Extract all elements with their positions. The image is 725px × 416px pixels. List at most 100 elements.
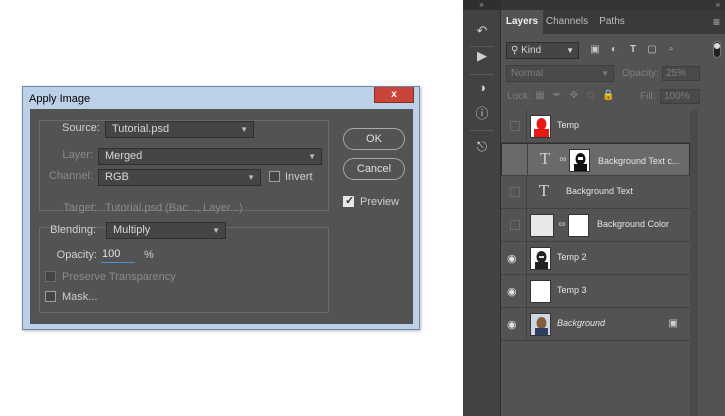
eye-icon: ◉: [507, 253, 517, 265]
visibility-toggle[interactable]: ◉: [501, 242, 527, 275]
channel-value: RGB: [105, 171, 129, 183]
invert-checkbox[interactable]: [269, 171, 280, 182]
panel-tabs: Layers Channels Paths ≡: [501, 10, 725, 34]
tab-channels[interactable]: Channels: [545, 10, 589, 34]
search-icon: ⚲: [511, 45, 519, 56]
dialog-body: Source: Tutorial.psd ▼ Layer: Merged ▼ C…: [30, 109, 413, 324]
close-button[interactable]: x: [374, 87, 414, 103]
link-icon: ∞: [558, 219, 566, 230]
layer-name: Temp: [557, 120, 580, 130]
chevron-down-icon: ▼: [566, 46, 574, 55]
blend-mode-select[interactable]: Normal ▼: [506, 65, 614, 82]
layer-background-text[interactable]: T Background Text: [501, 176, 690, 209]
lock-all-icon[interactable]: 🔒: [602, 90, 614, 102]
layer-thumbnail: [530, 214, 554, 237]
collapse-icon[interactable]: »: [501, 0, 725, 10]
layer-select[interactable]: Merged ▼: [98, 148, 322, 165]
layer-thumbnail: [530, 280, 551, 303]
opacity-input[interactable]: 100: [101, 247, 135, 263]
play-action-icon[interactable]: ▶: [472, 47, 492, 65]
layer-background-text-copy[interactable]: T ∞ Background Text c...: [501, 143, 690, 177]
clone-source-icon[interactable]: ⎋: [472, 138, 492, 156]
visibility-toggle[interactable]: [501, 176, 527, 209]
channel-select[interactable]: RGB ▼: [98, 169, 261, 186]
history-icon[interactable]: ↶: [472, 22, 492, 40]
chevron-down-icon: ▼: [308, 152, 316, 161]
layer-value: Merged: [105, 150, 143, 162]
filter-toggle[interactable]: [713, 41, 721, 58]
visibility-toggle[interactable]: [501, 209, 527, 242]
visibility-toggle[interactable]: [501, 110, 527, 143]
lock-icon: ▣: [668, 318, 678, 329]
adjustment-filter-icon[interactable]: ◐: [608, 44, 620, 56]
visibility-toggle[interactable]: ◉: [501, 308, 527, 341]
text-layer-icon: T: [538, 181, 550, 200]
layer-background[interactable]: ◉ Background ▣: [501, 308, 690, 341]
layer-temp-2[interactable]: ◉ Temp 2: [501, 242, 690, 275]
collapse-icon[interactable]: »: [463, 0, 500, 10]
chevron-down-icon: ▼: [240, 125, 248, 134]
bw-portrait-icon: [531, 248, 550, 269]
mask-checkbox[interactable]: [45, 291, 56, 302]
layer-background-color[interactable]: ∞ Background Color: [501, 209, 690, 242]
source-select[interactable]: Tutorial.psd ▼: [105, 121, 254, 138]
layer-opacity-input[interactable]: 25%: [662, 66, 700, 81]
bw-silhouette-icon: [570, 150, 589, 171]
layer-thumbnail: [530, 313, 551, 336]
layer-temp[interactable]: Temp: [501, 110, 690, 143]
info-icon[interactable]: ⓘ: [472, 105, 492, 123]
shape-filter-icon[interactable]: ▢: [646, 44, 658, 56]
smart-object-filter-icon[interactable]: ▫: [665, 44, 677, 56]
layer-name: Temp 2: [557, 252, 587, 262]
layer-temp-3[interactable]: ◉ Temp 3: [501, 275, 690, 308]
tool-strip: » ↶ ▶ ◑ ⓘ ⎋: [463, 0, 500, 416]
eye-icon: ◉: [507, 319, 517, 331]
preserve-transparency-checkbox[interactable]: [45, 271, 56, 282]
blending-label: Blending:: [50, 224, 96, 236]
lock-image-icon[interactable]: ✒: [551, 90, 563, 102]
layer-name: Background Text c...: [598, 156, 680, 166]
filter-kind-value: Kind: [521, 45, 542, 56]
ok-button[interactable]: OK: [343, 128, 405, 150]
visibility-toggle[interactable]: [502, 144, 528, 177]
chevron-down-icon: ▼: [601, 69, 609, 78]
lock-transparent-icon[interactable]: ▦: [534, 90, 546, 102]
layer-name: Background Text: [566, 186, 633, 196]
layer-mask-thumbnail: [568, 214, 589, 237]
tab-paths[interactable]: Paths: [593, 10, 631, 34]
eye-icon: ◉: [507, 286, 517, 298]
layer-thumbnail: [530, 247, 551, 270]
opacity-label: Opacity:: [56, 249, 97, 261]
layer-name: Background Color: [597, 219, 670, 229]
blend-row: Normal ▼ Opacity: 25%: [501, 63, 725, 85]
adjustments-icon[interactable]: ◑: [472, 79, 492, 97]
blending-select[interactable]: Multiply ▼: [106, 222, 226, 239]
text-layer-icon: T: [539, 149, 551, 168]
layer-label: Layer:: [62, 149, 93, 161]
photoshop-panels: » ↶ ▶ ◑ ⓘ ⎋ » Layers Channels Paths ≡ ⚲ …: [463, 0, 725, 416]
dialog-title: Apply Image: [29, 93, 91, 105]
fill-label: Fill:: [640, 91, 656, 102]
apply-image-dialog: Apply Image x Source: Tutorial.psd ▼ Lay…: [22, 86, 420, 330]
pixel-filter-icon[interactable]: ▣: [589, 44, 601, 56]
source-value: Tutorial.psd: [112, 123, 170, 135]
type-filter-icon[interactable]: T: [627, 44, 639, 56]
cancel-button[interactable]: Cancel: [343, 158, 405, 180]
filter-row: ⚲ Kind ▼ ▣ ◐ T ▢ ▫: [501, 39, 725, 61]
panel-menu-icon[interactable]: ≡: [713, 10, 720, 34]
mask-label: Mask...: [62, 291, 98, 303]
layers-scrollbar[interactable]: [690, 110, 698, 416]
lock-position-icon[interactable]: ✥: [568, 90, 580, 102]
layer-thumbnail: [530, 115, 551, 138]
layer-opacity-label: Opacity:: [622, 68, 659, 79]
target-label: Target:: [63, 202, 97, 214]
preserve-transparency-label: Preserve Transparency: [62, 271, 176, 283]
visibility-toggle[interactable]: ◉: [501, 275, 527, 308]
blend-mode-value: Normal: [511, 68, 544, 79]
lock-artboard-icon[interactable]: □: [585, 90, 597, 102]
filter-kind-select[interactable]: ⚲ Kind ▼: [506, 42, 579, 59]
tab-layers[interactable]: Layers: [501, 10, 543, 34]
chevron-down-icon: ▼: [212, 226, 220, 235]
fill-input[interactable]: 100%: [660, 89, 700, 104]
preview-checkbox[interactable]: [343, 194, 354, 207]
